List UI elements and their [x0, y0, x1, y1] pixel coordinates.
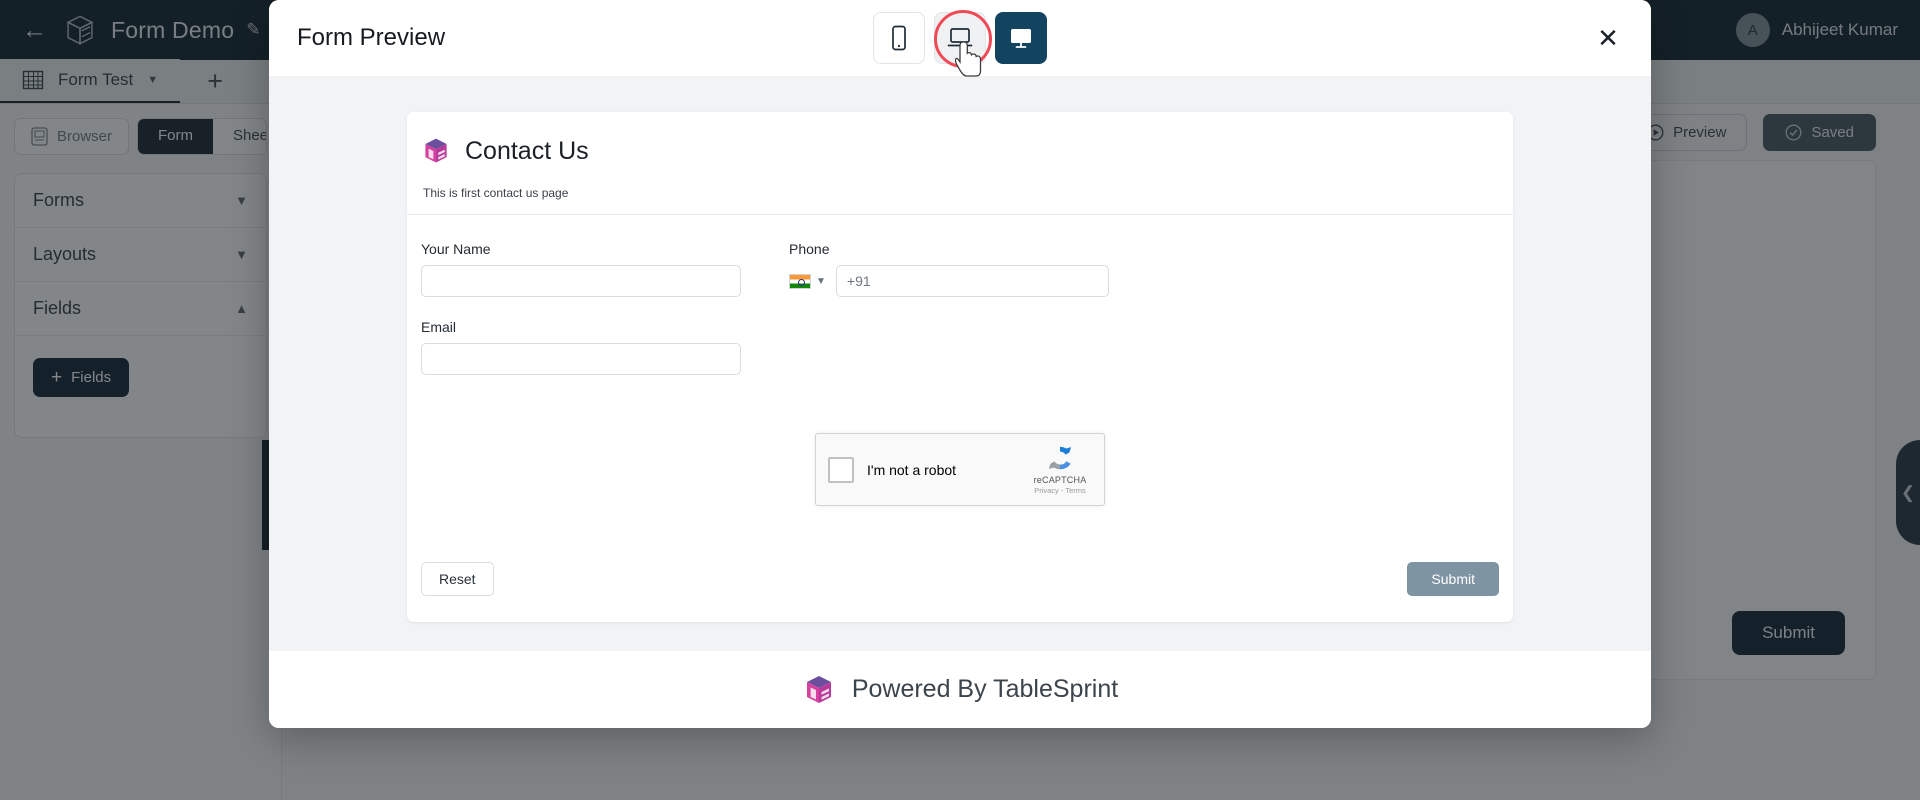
modal-body: Contact Us This is first contact us page…: [269, 76, 1651, 651]
cube-logo-icon: [425, 138, 447, 163]
recaptcha-widget[interactable]: I'm not a robot reCAPTCHA Privacy - Term…: [815, 433, 1105, 506]
cube-logo-icon: [806, 675, 831, 703]
field-phone-label: Phone: [789, 241, 830, 257]
field-email: Email: [421, 319, 741, 375]
your-name-input[interactable]: [421, 265, 741, 297]
field-row-1: Your Name Phone ▼: [421, 241, 1499, 297]
india-flag-icon: [789, 273, 811, 289]
preview-form-header: Contact Us This is first contact us page: [407, 112, 1513, 214]
powered-by-text: Powered By TableSprint: [851, 675, 1119, 703]
preview-form-card: Contact Us This is first contact us page…: [407, 112, 1513, 622]
field-row-2: Email: [421, 319, 1499, 375]
phone-input[interactable]: [835, 265, 1109, 297]
reset-button[interactable]: Reset: [421, 562, 494, 596]
field-phone: Phone ▼: [789, 241, 1109, 297]
preview-form-heading: Contact Us: [465, 136, 589, 165]
recaptcha-links[interactable]: Privacy - Terms: [1026, 486, 1094, 495]
preview-form-subtitle: This is first contact us page: [423, 186, 569, 200]
recaptcha-checkbox[interactable]: [828, 456, 854, 483]
preview-form-title-row: Contact Us: [421, 136, 1499, 166]
preview-form-fields: Your Name Phone ▼ +91 Email I'm not a ro…: [407, 215, 1513, 562]
preview-form-actions: Reset Submit: [407, 562, 1513, 622]
close-x-icon[interactable]: ✕: [1593, 23, 1623, 53]
device-mobile-button[interactable]: [873, 12, 925, 64]
recaptcha-brand: reCAPTCHA Privacy - Terms: [1026, 442, 1094, 495]
email-input[interactable]: [421, 343, 741, 375]
modal-title: Form Preview: [297, 24, 446, 51]
modal-footer: Powered By TableSprint: [269, 651, 1651, 728]
form-preview-modal: Form Preview ✕ Contact Us This is first …: [269, 0, 1651, 728]
field-your-name: Your Name: [421, 241, 741, 297]
mobile-phone-icon: [892, 25, 906, 51]
screen-root: ← Form Demo ✎ A Abhijeet Kumar: [0, 0, 1920, 800]
field-email-label: Email: [421, 319, 457, 335]
recaptcha-wrapper: I'm not a robot reCAPTCHA Privacy - Term…: [421, 433, 1499, 506]
device-desktop-button[interactable]: [995, 12, 1047, 64]
recaptcha-logo-icon: [1048, 446, 1072, 470]
desktop-monitor-icon: [1011, 29, 1031, 48]
chevron-down-icon: ▼: [816, 275, 826, 287]
phone-input-group: ▼: [789, 265, 1109, 297]
recaptcha-label: I'm not a robot: [867, 461, 957, 478]
submit-button[interactable]: Submit: [1407, 562, 1499, 596]
field-your-name-label: Your Name: [421, 241, 491, 257]
country-code-selector[interactable]: ▼: [789, 273, 826, 289]
recaptcha-brand-name: reCAPTCHA: [1033, 475, 1087, 485]
hover-highlight-ring: [934, 10, 992, 68]
